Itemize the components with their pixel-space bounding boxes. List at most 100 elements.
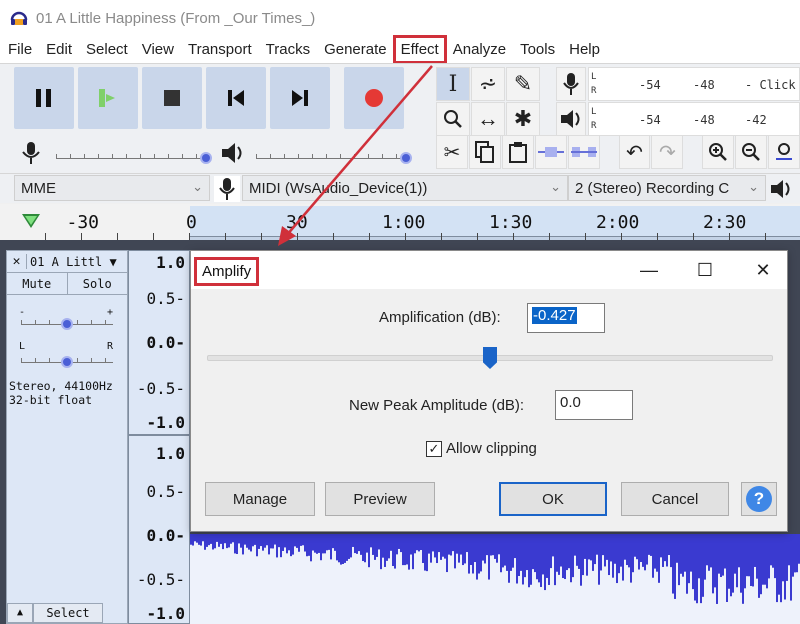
audio-host-select[interactable]: MME ⌄ (14, 175, 210, 201)
menu-tools[interactable]: Tools (513, 36, 562, 63)
track-close-button[interactable]: ✕ (7, 254, 27, 269)
menu-analyze[interactable]: Analyze (446, 36, 513, 63)
track-control-panel: ✕ 01 A Littl ▼ Mute Solo - + L R Stereo,… (6, 250, 128, 624)
zoom-out-button[interactable] (735, 135, 768, 169)
track-name: 01 A Littl (30, 254, 103, 269)
preview-button[interactable]: Preview (325, 482, 435, 516)
record-button[interactable] (344, 67, 404, 129)
gain-slider[interactable] (21, 313, 113, 330)
playback-volume-thumb[interactable] (400, 152, 412, 164)
silence-button[interactable] (567, 135, 600, 169)
recording-device-select[interactable]: MIDI (WsAudio_Device(1)) ⌄ (242, 175, 568, 201)
waveform-sample (500, 534, 502, 573)
waveform-sample (620, 534, 622, 567)
track-name-menu[interactable]: 01 A Littl ▼ (27, 255, 117, 269)
waveform-sample (364, 534, 366, 563)
waveform-sample (424, 534, 426, 571)
menu-effect[interactable]: Effect (392, 35, 447, 64)
waveform-area[interactable] (190, 534, 800, 624)
pause-button[interactable] (14, 67, 74, 129)
waveform-sample (328, 534, 330, 550)
waveform-sample (756, 534, 758, 579)
menu-help[interactable]: Help (562, 36, 607, 63)
menu-generate[interactable]: Generate (317, 36, 394, 63)
recording-volume-slider[interactable] (56, 147, 212, 164)
amplification-slider-thumb[interactable] (483, 347, 497, 369)
waveform-sample (428, 534, 430, 554)
playback-volume-slider[interactable] (256, 147, 412, 164)
waveform-sample (352, 534, 354, 547)
play-button[interactable] (78, 67, 138, 129)
waveform-sample (706, 534, 708, 566)
waveform-sample (194, 534, 196, 542)
recording-channels-select[interactable]: 2 (Stereo) Recording C ⌄ (568, 175, 766, 201)
meter-label: -54 (639, 78, 661, 92)
peak-amplitude-input[interactable]: 0.0 (555, 390, 633, 420)
select-track-button[interactable]: Select (33, 603, 103, 623)
recording-meter[interactable]: LR -54 -48 - Click (588, 67, 800, 101)
waveform-sample (196, 534, 198, 543)
stop-button[interactable] (142, 67, 202, 129)
skip-to-end-button[interactable] (270, 67, 330, 129)
waveform-sample (446, 534, 448, 573)
mute-button[interactable]: Mute (7, 273, 68, 294)
amplification-input[interactable]: -0.427 (527, 303, 605, 333)
cancel-button[interactable]: Cancel (621, 482, 729, 516)
magnifier-icon (444, 110, 462, 128)
waveform-sample (368, 534, 370, 568)
playback-meter-button[interactable] (556, 102, 586, 136)
solo-button[interactable]: Solo (68, 273, 128, 294)
menu-edit[interactable]: Edit (39, 36, 79, 63)
cut-button[interactable]: ✂ (436, 135, 468, 169)
playback-meter[interactable]: LR -54 -48 -42 (588, 102, 800, 136)
redo-button[interactable]: ↷ (651, 135, 684, 169)
waveform-sample (456, 534, 458, 554)
multi-tool[interactable]: ✱ (506, 102, 540, 136)
waveform-sample (752, 534, 754, 587)
timeshift-tool[interactable]: ↔ (471, 102, 505, 136)
menu-file[interactable]: File (0, 36, 39, 63)
envelope-tool[interactable]: ⩫ (471, 67, 505, 101)
waveform-sample (782, 534, 784, 582)
waveform-sample (780, 534, 782, 603)
copy-button[interactable] (468, 135, 501, 169)
recording-volume-thumb[interactable] (200, 152, 212, 164)
manage-button[interactable]: Manage (205, 482, 315, 516)
zoom-in-button[interactable] (702, 135, 735, 169)
scale-label: -0.5- (136, 570, 185, 589)
trim-button[interactable] (534, 135, 567, 169)
gain-slider-thumb[interactable] (61, 318, 73, 330)
minimize-button[interactable]: — (629, 255, 669, 285)
collapse-track-button[interactable]: ▲ (7, 603, 33, 623)
skip-to-start-button[interactable] (206, 67, 266, 129)
recording-meter-button[interactable] (556, 67, 586, 101)
tools-toolbar: I ⩫ ✎ ↔ ✱ (436, 67, 540, 136)
undo-button[interactable]: ↶ (618, 135, 651, 169)
vertical-scale-top[interactable]: 1.0 0.5- 0.0- -0.5- -1.0 (128, 250, 190, 435)
dialog-title-bar[interactable]: Amplify — ☐ ✕ (191, 251, 787, 289)
menu-select[interactable]: Select (79, 36, 135, 63)
pan-slider[interactable] (21, 351, 113, 368)
help-button[interactable]: ? (741, 482, 777, 516)
allow-clipping-checkbox[interactable]: ✓ (426, 441, 442, 457)
ok-button[interactable]: OK (499, 482, 607, 516)
zoom-tool[interactable] (436, 102, 470, 136)
waveform-sample (264, 534, 266, 548)
fit-selection-button[interactable] (768, 135, 800, 169)
waveform-sample (490, 534, 492, 556)
selection-tool[interactable]: I (436, 67, 470, 101)
menu-tracks[interactable]: Tracks (259, 36, 317, 63)
waveform (190, 534, 800, 604)
vertical-scale-bottom[interactable]: 1.0 0.5- 0.0- -0.5- -1.0 (128, 435, 190, 624)
waveform-sample (796, 534, 798, 573)
draw-tool[interactable]: ✎ (506, 67, 540, 101)
waveform-sample (378, 534, 380, 550)
maximize-button[interactable]: ☐ (685, 255, 725, 285)
close-button[interactable]: ✕ (743, 255, 783, 285)
allow-clipping-label[interactable]: Allow clipping (446, 440, 537, 457)
pan-slider-thumb[interactable] (61, 356, 73, 368)
waveform-sample (432, 534, 434, 552)
paste-button[interactable] (501, 135, 534, 169)
menu-transport[interactable]: Transport (181, 36, 259, 63)
menu-view[interactable]: View (135, 36, 181, 63)
